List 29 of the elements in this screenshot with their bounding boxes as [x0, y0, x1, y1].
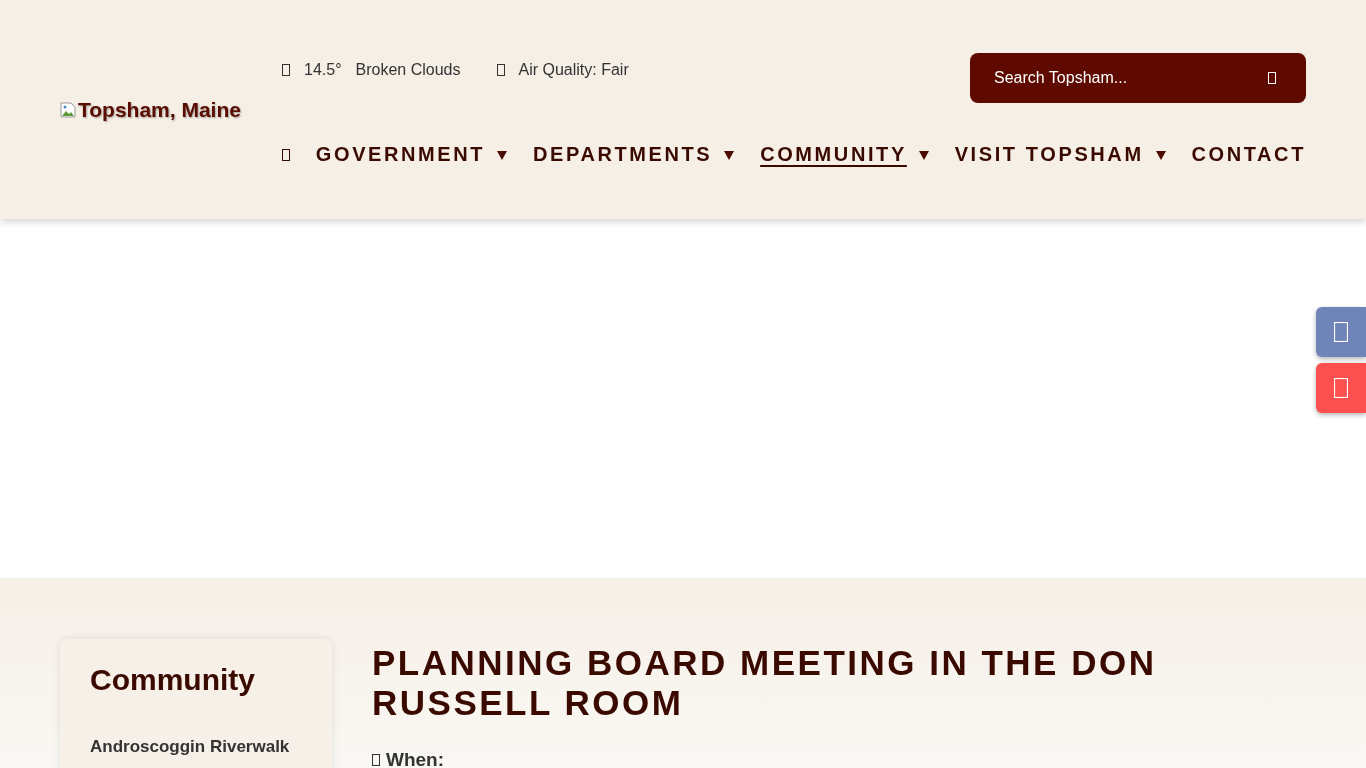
- temperature: 14.5°: [304, 61, 342, 79]
- nav-link[interactable]: CONTACT: [1191, 143, 1306, 166]
- home-icon: [282, 148, 290, 161]
- nav-link[interactable]: DEPARTMENTS: [532, 143, 735, 166]
- event-title: PLANNING BOARD MEETING IN THE DON RUSSELL ROOM: [372, 643, 1158, 723]
- weather-icon: [282, 64, 290, 76]
- sidebar-title: Community: [90, 663, 256, 697]
- weather-condition: Broken Clouds: [355, 61, 461, 79]
- nav-link[interactable]: COMMUNITY: [760, 143, 929, 166]
- placeholder-glyph-icon: [1334, 378, 1348, 398]
- search-field[interactable]: Search Topsham...: [970, 53, 1306, 103]
- search-icon: [1268, 72, 1276, 84]
- when-label: When:: [386, 749, 445, 768]
- air-quality-icon: [496, 64, 505, 76]
- caret-icon: [724, 149, 735, 160]
- caret-icon: [918, 149, 929, 160]
- air-quality: Air Quality: Fair: [518, 61, 629, 79]
- floating-button[interactable]: [1316, 307, 1366, 357]
- caret-icon: [1155, 149, 1166, 160]
- caret-icon: [497, 149, 508, 160]
- nav-link[interactable]: VISIT TOPSHAM: [954, 143, 1166, 166]
- home-link[interactable]: [282, 148, 290, 161]
- floating-button[interactable]: [1316, 363, 1366, 413]
- sidebar-link[interactable]: Androscoggin Riverwalk: [90, 737, 302, 757]
- clock-icon: [372, 754, 380, 766]
- nav-link[interactable]: GOVERNMENT: [315, 143, 508, 166]
- placeholder-glyph-icon: [1334, 322, 1348, 342]
- site-logo[interactable]: Topsham, Maine: [78, 97, 241, 122]
- broken-image-icon: [60, 101, 76, 118]
